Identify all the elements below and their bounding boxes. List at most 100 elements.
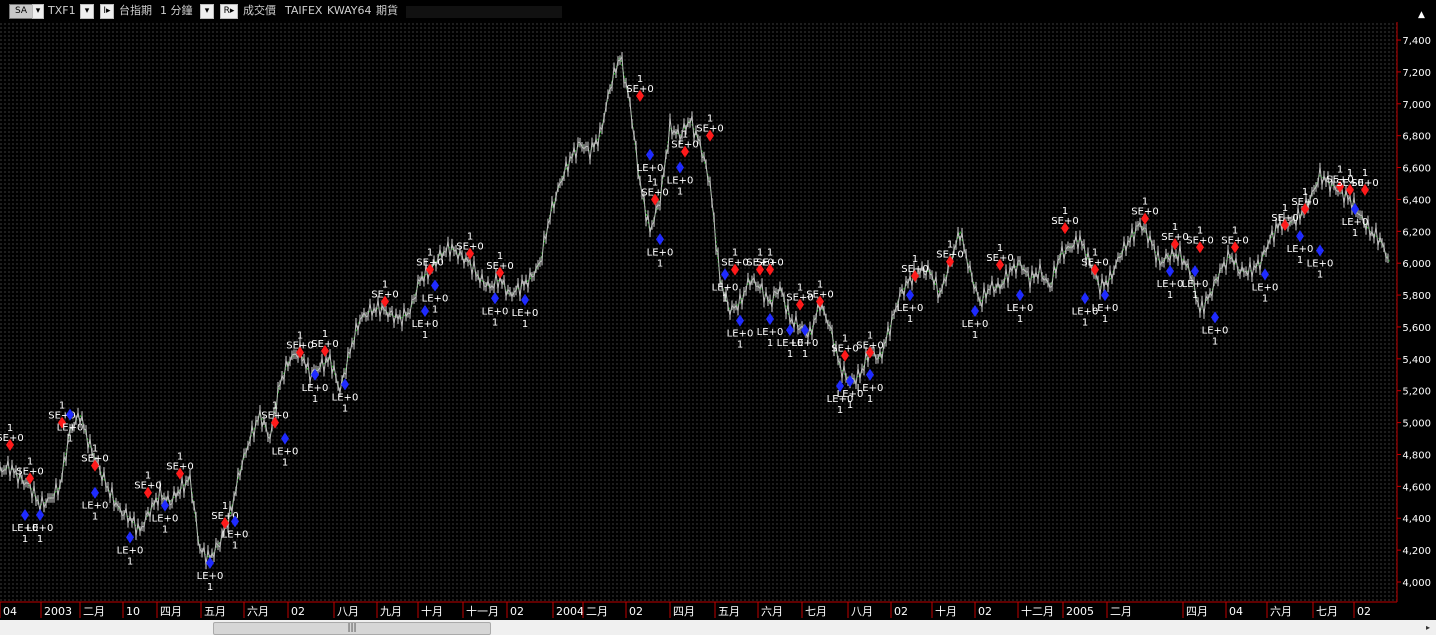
x-tick-label: 二月 (83, 605, 105, 618)
y-tick-label: 5,600 (1402, 323, 1431, 334)
scrollbar-thumb[interactable]: ||| (213, 622, 491, 635)
short-entry-label: SE+0 (1351, 178, 1378, 189)
long-entry-marker (721, 268, 729, 281)
long-entry-label: LE+0 (857, 383, 884, 394)
short-entry-label: SE+0 (166, 462, 193, 473)
short-entry-label: SE+0 (486, 261, 513, 272)
y-tick-label: 6,400 (1402, 195, 1431, 206)
y-axis: 4,000 4,200 4,400 4,600 4,800 5,000 5,200 5,400… (1396, 12, 1431, 602)
long-entry-count: 1 (657, 258, 663, 269)
long-entry-marker (281, 432, 289, 445)
x-tick-label: 七月 (805, 605, 827, 618)
long-entry-label: LE+0 (512, 308, 539, 319)
y-tick-label: 7,200 (1402, 68, 1431, 79)
long-entry-label: LE+0 (422, 294, 449, 305)
long-entry-label: LE+0 (302, 383, 329, 394)
long-entry-count: 1 (92, 512, 98, 523)
short-entry-label: SE+0 (81, 454, 108, 465)
long-entry-label: LE+0 (197, 571, 224, 582)
x-tick-label: 2005 (1066, 605, 1094, 618)
long-entry-marker (1016, 289, 1024, 302)
x-tick-label: 十二月 (1021, 604, 1054, 618)
short-entry-label: SE+0 (986, 253, 1013, 264)
price-chart[interactable]: 1 SE+0 1 SE+0 1 SE+0 1 SE+0 1 SE+0 1 SE+0 1 SE+0 1 SE+0… (0, 0, 1436, 635)
long-entry-label: LE+0 (727, 329, 754, 340)
symbol-dropdown-icon[interactable]: ▾ (80, 4, 94, 19)
long-entry-label: LE+0 (332, 392, 359, 403)
replay-button-icon[interactable]: R▸ (220, 4, 238, 19)
y-tick-label: 5,800 (1402, 291, 1431, 302)
interval-dropdown-icon[interactable]: ▾ (200, 4, 214, 19)
long-entry-count: 1 (907, 314, 913, 325)
short-entry-label: SE+0 (371, 289, 398, 300)
x-tick-label: 02 (291, 605, 305, 618)
long-entry-label: LE+0 (117, 545, 144, 556)
x-tick-label: 02 (629, 605, 643, 618)
long-entry-count: 1 (342, 403, 348, 414)
long-entry-count: 1 (1192, 290, 1198, 301)
y-tick-label: 4,600 (1402, 482, 1431, 493)
short-entry-label: SE+0 (0, 433, 24, 444)
strategy-label: KWAY64 (327, 4, 372, 17)
exchange-label: TAIFEX (285, 4, 323, 17)
long-entry-count: 1 (847, 400, 853, 411)
long-entry-marker (971, 305, 979, 318)
long-entry-label: LE+0 (1287, 244, 1314, 255)
price-type-label: 成交價 (243, 4, 276, 17)
short-entry-label: SE+0 (286, 340, 313, 351)
long-entry-marker (21, 509, 29, 522)
long-entry-count: 1 (312, 394, 318, 405)
long-entry-marker (656, 233, 664, 246)
indicator-button-icon[interactable]: I▸ (100, 4, 114, 19)
long-entry-count: 1 (207, 582, 213, 593)
long-entry-marker (126, 531, 134, 544)
x-tick-label: 七月 (1316, 605, 1338, 618)
long-entry-label: LE+0 (27, 523, 54, 534)
short-entry-label: SE+0 (671, 140, 698, 151)
long-entry-count: 1 (647, 174, 653, 185)
y-tick-label: 4,000 (1402, 578, 1431, 589)
long-entry-count: 1 (1352, 228, 1358, 239)
long-entry-count: 1 (282, 458, 288, 469)
long-entry-label: LE+0 (962, 319, 989, 330)
chart-toolbar: SA ▾ TXF1 ▾ I▸ 台指期 1 分鐘 ▾ R▸ 成交價 TAIFEX … (0, 0, 1436, 22)
x-tick-label: 02 (978, 605, 992, 618)
long-entry-count: 1 (1262, 293, 1268, 304)
short-entry-label: SE+0 (261, 411, 288, 422)
long-entry-count: 1 (37, 534, 43, 545)
sa-dropdown-icon[interactable]: ▾ (32, 4, 44, 19)
long-entry-count: 1 (837, 405, 843, 416)
short-entry-label: SE+0 (1161, 232, 1188, 243)
x-tick-label: 五月 (718, 605, 740, 618)
long-entry-count: 1 (432, 305, 438, 316)
long-entry-marker (1166, 265, 1174, 278)
collapse-arrow-icon[interactable]: ▲ (1418, 10, 1425, 20)
short-entry-label: SE+0 (16, 466, 43, 477)
scroll-right-icon[interactable]: ▸ (1422, 621, 1434, 634)
long-entry-marker (491, 292, 499, 305)
long-entry-label: LE+0 (757, 327, 784, 338)
x-tick-label: 十一月 (466, 604, 499, 618)
long-entry-label: LE+0 (1182, 279, 1209, 290)
long-entry-marker (866, 368, 874, 381)
x-tick-label: 二月 (1110, 605, 1132, 618)
long-entry-count: 1 (127, 556, 133, 567)
short-entry-label: SE+0 (626, 84, 653, 95)
long-entry-label: LE+0 (1342, 217, 1369, 228)
long-entry-label: LE+0 (82, 501, 109, 512)
long-entry-count: 1 (1017, 314, 1023, 325)
trail-line (0, 54, 1391, 559)
horizontal-scrollbar[interactable]: ||| ▸ (0, 620, 1436, 635)
long-entry-count: 1 (867, 394, 873, 405)
y-tick-label: 4,200 (1402, 546, 1431, 557)
sa-button[interactable]: SA (9, 4, 33, 19)
short-entry-label: SE+0 (901, 264, 928, 275)
long-entry-marker (91, 486, 99, 499)
x-tick-label: 十月 (421, 604, 443, 618)
long-entry-marker (521, 293, 529, 306)
grid-lines (0, 23, 1397, 601)
long-entry-count: 1 (1212, 336, 1218, 347)
long-entry-count: 1 (1167, 290, 1173, 301)
x-tick-label: 四月 (160, 605, 182, 618)
x-tick-label: 二月 (586, 605, 608, 618)
